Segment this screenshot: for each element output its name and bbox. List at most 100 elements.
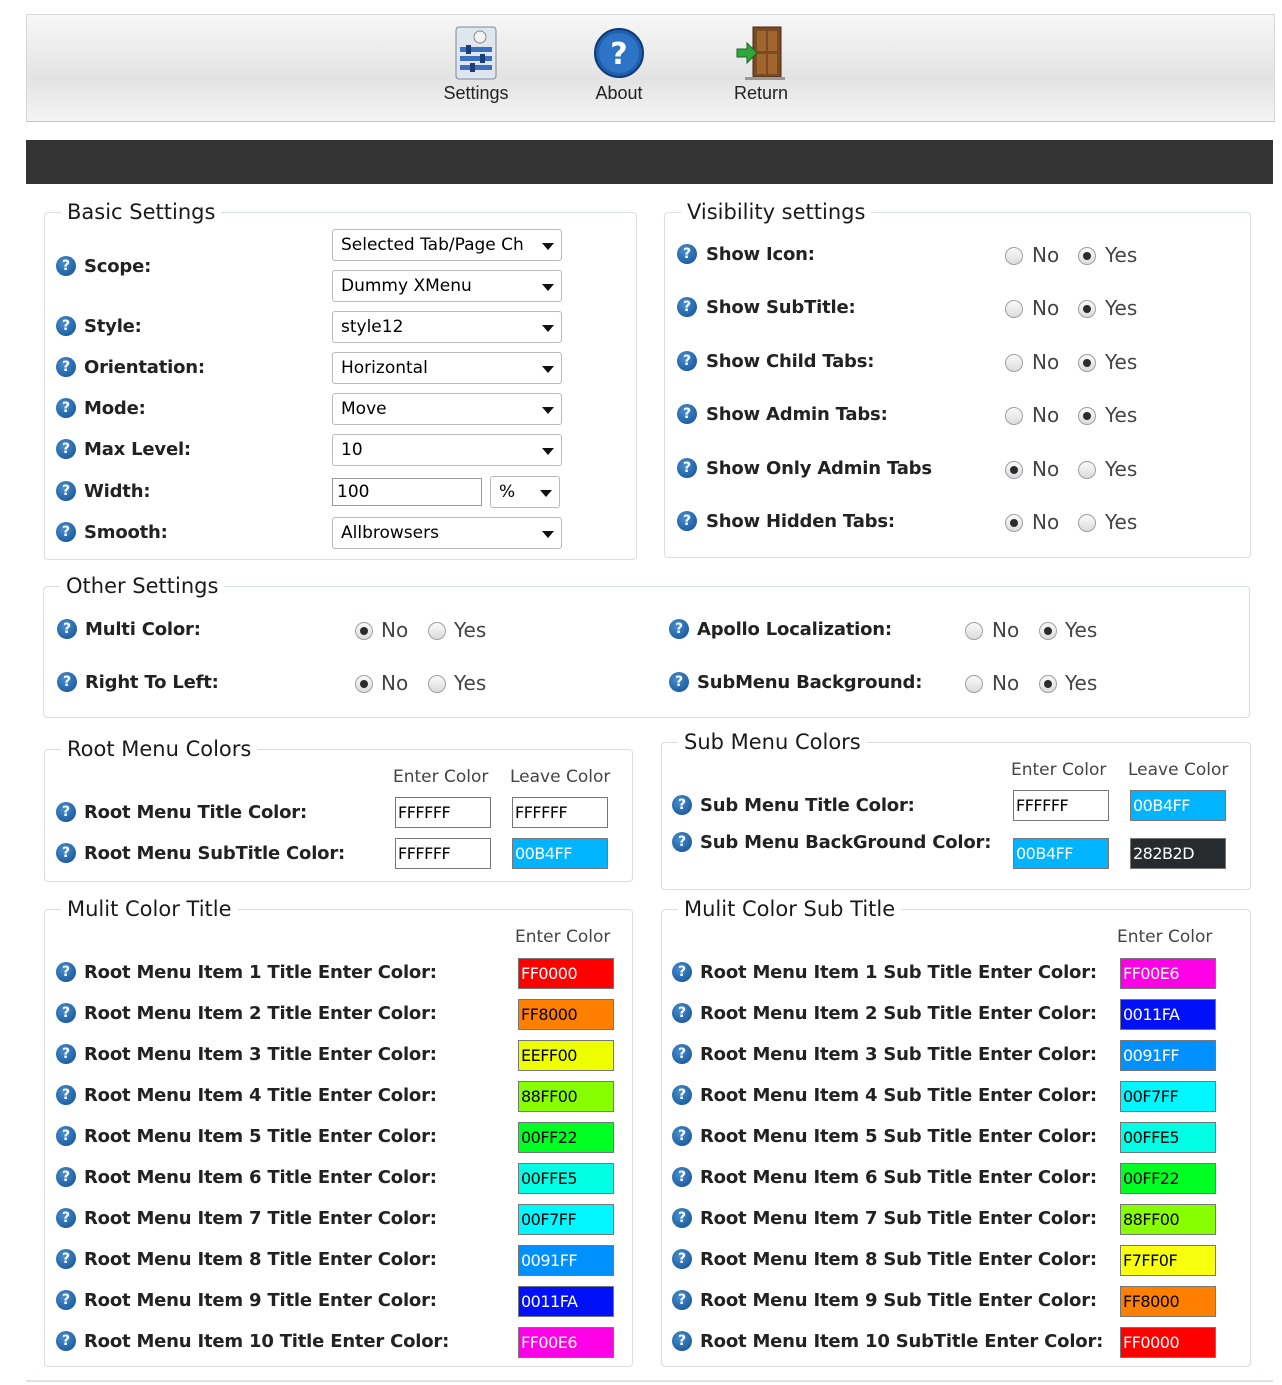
help-icon[interactable]: ?	[56, 1208, 76, 1228]
help-icon[interactable]: ?	[56, 802, 76, 822]
root-title-enter-color-input[interactable]: FFFFFF	[395, 797, 491, 828]
submenu-background-yes-radio[interactable]	[1039, 675, 1057, 693]
color-item-input[interactable]: 0011FA	[1120, 999, 1216, 1030]
help-icon[interactable]: ?	[56, 1044, 76, 1064]
help-icon[interactable]: ?	[57, 619, 77, 639]
show-hidden-tabs-yes-radio[interactable]	[1078, 514, 1096, 532]
help-icon[interactable]: ?	[669, 672, 689, 692]
help-icon[interactable]: ?	[672, 1126, 692, 1146]
width-unit-select[interactable]: %	[490, 476, 560, 508]
color-item-input[interactable]: 88FF00	[518, 1081, 614, 1112]
help-icon[interactable]: ?	[677, 244, 697, 264]
scope-menu-select[interactable]: Dummy XMenu	[332, 270, 562, 302]
color-item-input[interactable]: 00FF22	[1120, 1163, 1216, 1194]
multi-color-yes-radio[interactable]	[428, 622, 446, 640]
help-icon[interactable]: ?	[672, 832, 692, 852]
help-icon[interactable]: ?	[677, 404, 697, 425]
help-icon[interactable]: ?	[672, 1044, 692, 1064]
help-icon[interactable]: ?	[56, 1085, 76, 1105]
help-icon[interactable]: ?	[672, 1331, 692, 1351]
sub-title-leave-color-input[interactable]: 00B4FF	[1130, 790, 1226, 821]
help-icon[interactable]: ?	[672, 1249, 692, 1269]
color-item-input[interactable]: FF8000	[1120, 1286, 1216, 1317]
help-icon[interactable]: ?	[56, 843, 76, 863]
color-item-input[interactable]: FF00E6	[518, 1327, 614, 1358]
help-icon[interactable]: ?	[677, 297, 697, 318]
help-icon[interactable]: ?	[672, 1208, 692, 1228]
color-item-input[interactable]: 00F7FF	[1120, 1081, 1216, 1112]
help-icon[interactable]: ?	[56, 439, 76, 459]
help-icon[interactable]: ?	[56, 398, 76, 418]
show-hidden-tabs-no-radio[interactable]	[1005, 514, 1023, 532]
color-item-input[interactable]: 00FFE5	[1120, 1122, 1216, 1153]
root-title-leave-color-input[interactable]: FFFFFF	[512, 797, 608, 828]
color-item-input[interactable]: 00FFE5	[518, 1163, 614, 1194]
help-icon[interactable]: ?	[56, 481, 76, 501]
help-icon[interactable]: ?	[669, 619, 689, 639]
show-admin-tabs-no-radio[interactable]	[1005, 407, 1023, 426]
color-item-input[interactable]: 0091FF	[1120, 1040, 1216, 1071]
color-item-input[interactable]: FF8000	[518, 999, 614, 1030]
return-button[interactable]: Return	[706, 25, 816, 115]
help-icon[interactable]: ?	[672, 1167, 692, 1187]
scope-select[interactable]: Selected Tab/Page Ch	[332, 229, 562, 261]
apollo-localization-no-radio[interactable]	[965, 622, 983, 640]
right-to-left-no-radio[interactable]	[355, 675, 373, 693]
help-icon[interactable]: ?	[56, 1126, 76, 1146]
color-item-input[interactable]: F7FF0F	[1120, 1245, 1216, 1276]
color-item-input[interactable]: EEFF00	[518, 1040, 614, 1071]
show-only-admin-tabs-no-radio[interactable]	[1005, 460, 1023, 479]
sub-bg-enter-color-input[interactable]: 00B4FF	[1013, 838, 1109, 869]
show-subtitle-yes-radio[interactable]	[1078, 300, 1096, 319]
about-button[interactable]: ? About	[564, 25, 674, 115]
help-icon[interactable]: ?	[56, 1167, 76, 1187]
help-icon[interactable]: ?	[56, 1331, 76, 1351]
show-subtitle-no-radio[interactable]	[1005, 300, 1023, 319]
show-admin-tabs-yes-radio[interactable]	[1078, 407, 1096, 426]
help-icon[interactable]: ?	[672, 1003, 692, 1023]
color-item-input[interactable]: FF0000	[518, 958, 614, 989]
help-icon[interactable]: ?	[677, 350, 697, 371]
help-icon[interactable]: ?	[672, 962, 692, 982]
help-icon[interactable]: ?	[56, 357, 76, 377]
help-icon[interactable]: ?	[677, 511, 697, 531]
help-icon[interactable]: ?	[57, 672, 77, 692]
max-level-select[interactable]: 10	[332, 434, 562, 466]
smooth-select[interactable]: Allbrowsers	[332, 517, 562, 549]
help-icon[interactable]: ?	[56, 1290, 76, 1310]
help-icon[interactable]: ?	[56, 316, 76, 336]
multi-color-no-radio[interactable]	[355, 622, 373, 640]
width-input[interactable]: 100	[332, 478, 482, 506]
orientation-select[interactable]: Horizontal	[332, 352, 562, 384]
right-to-left-yes-radio[interactable]	[428, 675, 446, 693]
help-icon[interactable]: ?	[672, 1290, 692, 1310]
apollo-localization-yes-radio[interactable]	[1039, 622, 1057, 640]
show-icon-no-radio[interactable]	[1005, 247, 1023, 265]
sub-title-enter-color-input[interactable]: FFFFFF	[1013, 790, 1109, 821]
help-icon[interactable]: ?	[672, 795, 692, 815]
color-item-input[interactable]: 0011FA	[518, 1286, 614, 1317]
show-child-tabs-no-radio[interactable]	[1005, 353, 1023, 372]
sub-bg-leave-color-input[interactable]: 282B2D	[1130, 838, 1226, 869]
submenu-background-no-radio[interactable]	[965, 675, 983, 693]
root-subtitle-leave-color-input[interactable]: 00B4FF	[512, 838, 608, 869]
settings-button[interactable]: Settings	[421, 25, 531, 115]
color-item-input[interactable]: 00F7FF	[518, 1204, 614, 1235]
color-item-input[interactable]: 0091FF	[518, 1245, 614, 1276]
mode-select[interactable]: Move	[332, 393, 562, 425]
help-icon[interactable]: ?	[672, 1085, 692, 1105]
help-icon[interactable]: ?	[677, 457, 697, 478]
help-icon[interactable]: ?	[56, 256, 76, 276]
style-select[interactable]: style12	[332, 311, 562, 343]
help-icon[interactable]: ?	[56, 522, 76, 542]
help-icon[interactable]: ?	[56, 962, 76, 982]
color-item-input[interactable]: FF00E6	[1120, 958, 1216, 989]
help-icon[interactable]: ?	[56, 1003, 76, 1023]
show-only-admin-tabs-yes-radio[interactable]	[1078, 460, 1096, 479]
color-item-input[interactable]: FF0000	[1120, 1327, 1216, 1358]
root-subtitle-enter-color-input[interactable]: FFFFFF	[395, 838, 491, 869]
help-icon[interactable]: ?	[56, 1249, 76, 1269]
color-item-input[interactable]: 88FF00	[1120, 1204, 1216, 1235]
show-child-tabs-yes-radio[interactable]	[1078, 353, 1096, 372]
color-item-input[interactable]: 00FF22	[518, 1122, 614, 1153]
